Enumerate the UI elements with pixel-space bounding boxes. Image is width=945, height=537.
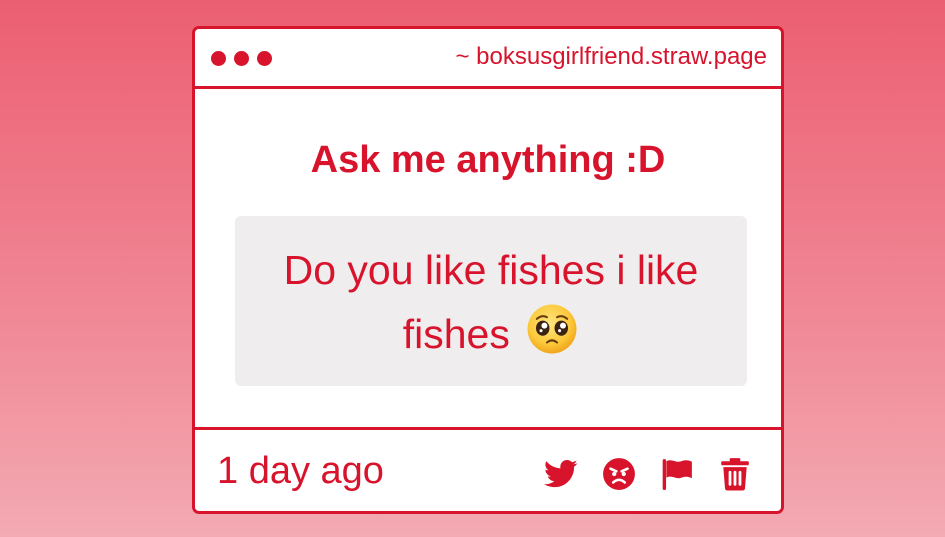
- share-twitter-button[interactable]: [543, 456, 579, 492]
- window-dot: [211, 51, 226, 66]
- delete-button[interactable]: [717, 456, 753, 492]
- window-dots: [211, 51, 272, 66]
- window-dot: [257, 51, 272, 66]
- react-angry-button[interactable]: [601, 456, 637, 492]
- pleading-face-emoji: [527, 304, 577, 354]
- action-bar: [543, 456, 753, 492]
- report-flag-button[interactable]: [659, 456, 695, 492]
- trash-icon: [721, 458, 749, 491]
- question-card: ~ boksusgirlfriend.straw.page Ask me any…: [192, 26, 784, 514]
- window-dot: [234, 51, 249, 66]
- question-text: Do you like fishes i like fishes: [283, 247, 699, 357]
- card-footer: 1 day ago: [195, 427, 781, 511]
- card-content: Ask me anything :D Do you like fishes i …: [195, 89, 781, 427]
- angry-face-icon: [603, 458, 635, 490]
- flag-icon: [662, 459, 692, 490]
- window-titlebar: ~ boksusgirlfriend.straw.page: [195, 29, 781, 89]
- twitter-icon: [544, 459, 578, 488]
- timestamp: 1 day ago: [217, 450, 384, 492]
- page-url[interactable]: ~ boksusgirlfriend.straw.page: [455, 43, 767, 71]
- page-title: Ask me anything :D: [310, 139, 666, 181]
- question-box: Do you like fishes i like fishes: [235, 216, 747, 386]
